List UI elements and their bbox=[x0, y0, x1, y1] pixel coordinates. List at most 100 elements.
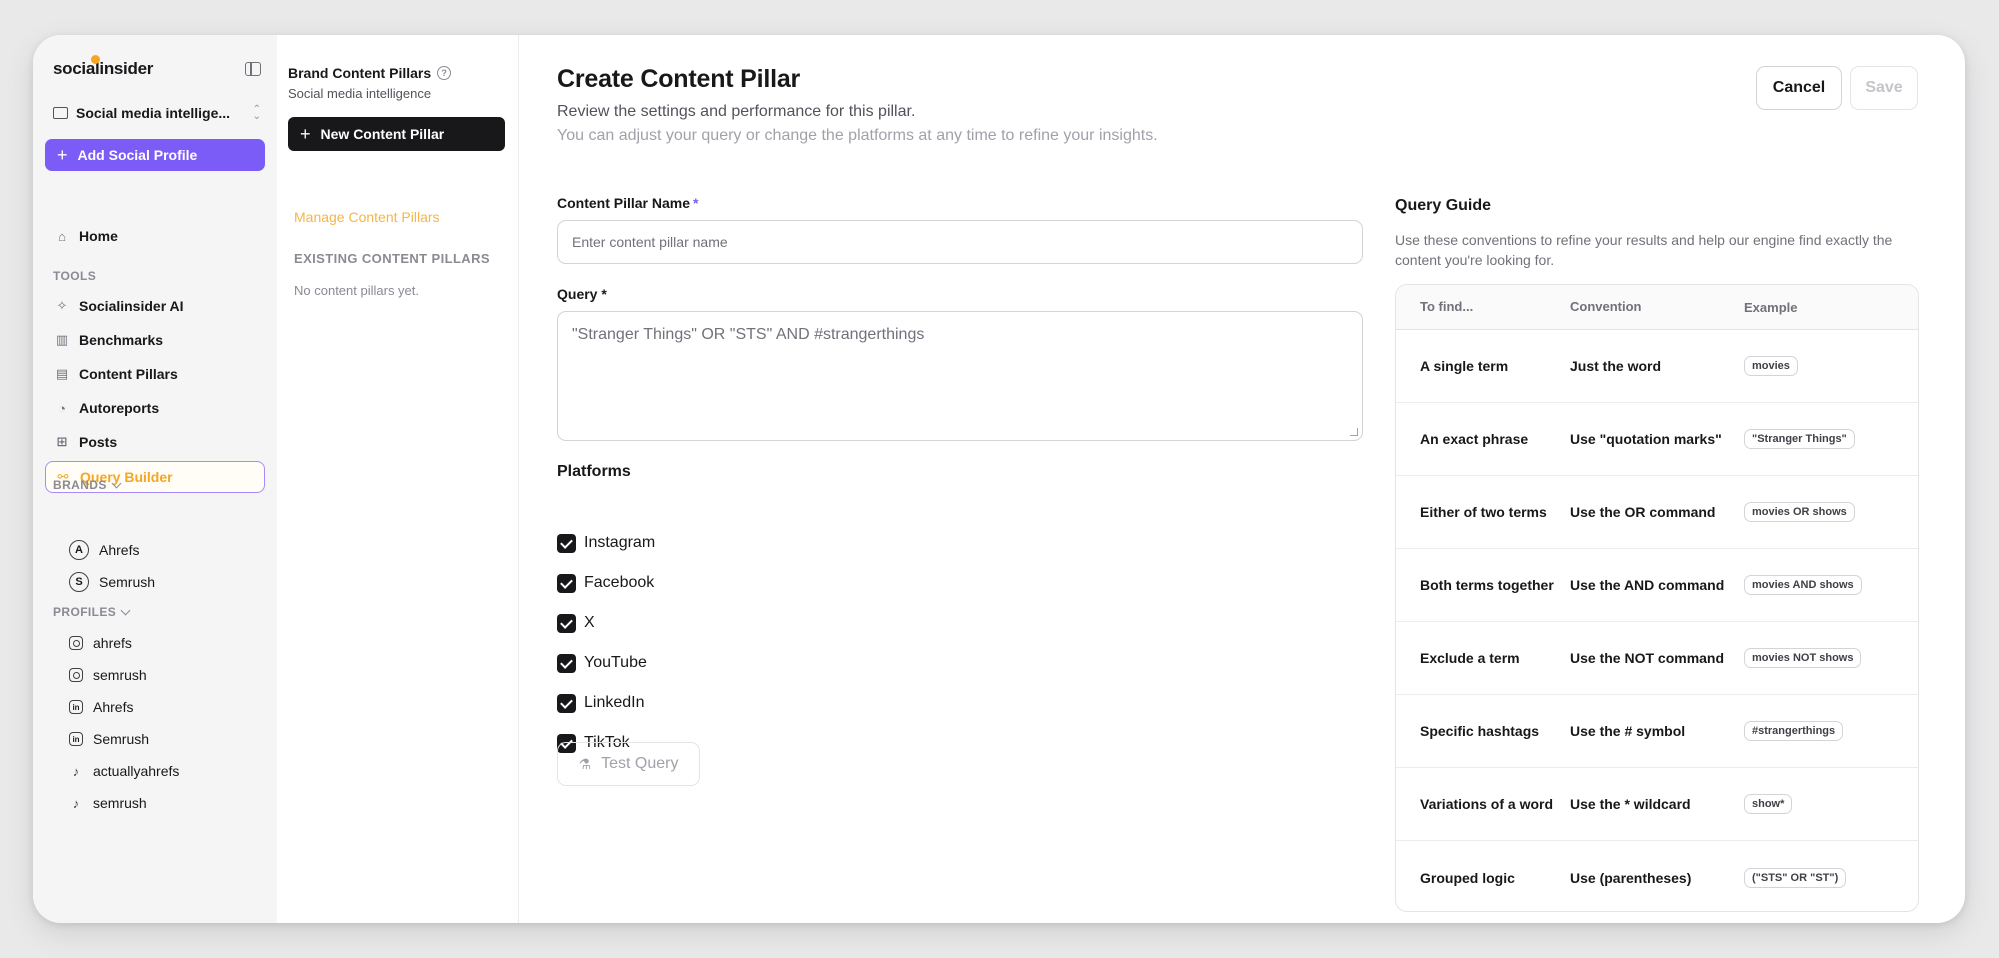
example-chip: movies bbox=[1744, 356, 1798, 376]
cell-convention: Use the OR command bbox=[1570, 504, 1716, 520]
profile-name: semrush bbox=[93, 795, 147, 811]
brands-section-toggle[interactable]: BRANDS bbox=[53, 478, 122, 492]
autoreports-icon: ◔ bbox=[58, 400, 66, 416]
page-title: Create Content Pillar bbox=[557, 65, 801, 93]
logo-dot bbox=[91, 55, 100, 64]
profiles-label: PROFILES bbox=[53, 605, 117, 619]
required-mark: * bbox=[693, 195, 699, 211]
logo-row: socialinsider bbox=[53, 55, 261, 81]
profile-name: semrush bbox=[93, 667, 147, 683]
workspace-selector[interactable]: Social media intellige... ⌃ ⌄ bbox=[53, 99, 261, 127]
new-content-pillar-button[interactable]: + New Content Pillar bbox=[288, 117, 505, 151]
platform-checkbox-youtube[interactable]: YouTube bbox=[557, 652, 647, 674]
flask-icon: ⚗ bbox=[578, 755, 592, 772]
profile-item-linkedin-ahrefs[interactable]: in Ahrefs bbox=[69, 695, 133, 719]
checkbox-checked-icon[interactable] bbox=[557, 653, 576, 673]
page-hint: You can adjust your query or change the … bbox=[557, 127, 1158, 144]
pillars-panel-subtitle: Social media intelligence bbox=[288, 86, 432, 101]
query-value: "Stranger Things" OR "STS" AND #stranger… bbox=[572, 326, 925, 343]
main-content: Create Content Pillar Review the setting… bbox=[519, 35, 1965, 923]
sidebar-item-autoreports[interactable]: ◔ Autoreports bbox=[45, 392, 265, 424]
existing-pillars-label: EXISTING CONTENT PILLARS bbox=[294, 251, 490, 266]
folder-icon bbox=[53, 107, 68, 119]
cell-find: Exclude a term bbox=[1420, 650, 1520, 666]
brand-item-ahrefs[interactable]: A Ahrefs bbox=[69, 537, 139, 563]
checkbox-checked-icon[interactable] bbox=[557, 533, 576, 553]
profiles-section-toggle[interactable]: PROFILES bbox=[53, 605, 131, 619]
test-query-button[interactable]: ⚗ Test Query bbox=[557, 742, 700, 786]
empty-pillars-text: No content pillars yet. bbox=[294, 283, 420, 298]
checkbox-checked-icon[interactable] bbox=[557, 693, 576, 713]
table-row: Exclude a term Use the NOT command movie… bbox=[1396, 622, 1918, 695]
platforms-title: Platforms bbox=[557, 463, 631, 480]
linkedin-icon: in bbox=[69, 700, 83, 714]
manage-content-pillars-link[interactable]: Manage Content Pillars bbox=[294, 209, 440, 225]
cell-convention: Use the # symbol bbox=[1570, 723, 1686, 739]
tiktok-icon: ♪ bbox=[72, 795, 80, 811]
profile-item-tiktok-actuallyahrefs[interactable]: ♪ actuallyahrefs bbox=[69, 759, 180, 783]
pillars-icon: ▤ bbox=[55, 366, 69, 381]
column-header-example: Example bbox=[1744, 299, 1798, 315]
cancel-button[interactable]: Cancel bbox=[1756, 66, 1842, 110]
brand-item-semrush[interactable]: S Semrush bbox=[69, 569, 155, 595]
profile-item-tiktok-semrush[interactable]: ♪ semrush bbox=[69, 791, 147, 815]
brands-label: BRANDS bbox=[53, 478, 107, 492]
profile-name: Semrush bbox=[93, 731, 150, 747]
chevron-down-icon bbox=[111, 478, 122, 488]
table-row: Variations of a word Use the * wildcard … bbox=[1396, 768, 1918, 841]
bar-chart-icon: ▥ bbox=[55, 332, 69, 347]
profile-name: Ahrefs bbox=[93, 699, 134, 715]
checkbox-checked-icon[interactable] bbox=[557, 573, 576, 593]
help-icon[interactable]: ? bbox=[437, 66, 452, 80]
cell-find: Variations of a word bbox=[1420, 796, 1554, 812]
profile-item-instagram-ahrefs[interactable]: ahrefs bbox=[69, 631, 132, 655]
platform-checkbox-instagram[interactable]: Instagram bbox=[557, 532, 655, 554]
save-button[interactable]: Save bbox=[1850, 66, 1918, 110]
checkbox-checked-icon[interactable] bbox=[557, 613, 576, 633]
query-guide-table: To find... Convention Example A single t… bbox=[1395, 284, 1919, 912]
resize-handle-icon[interactable] bbox=[1350, 428, 1358, 436]
add-social-profile-button[interactable]: + Add Social Profile bbox=[45, 139, 265, 171]
example-chip: show* bbox=[1744, 794, 1793, 814]
pillars-panel-title: Brand Content Pillars ? bbox=[288, 65, 452, 81]
platform-checkbox-linkedin[interactable]: LinkedIn bbox=[557, 692, 645, 714]
sidebar: socialinsider Social media intellige... … bbox=[33, 35, 277, 923]
cell-convention: Use "quotation marks" bbox=[1570, 431, 1722, 447]
table-header: To find... Convention Example bbox=[1396, 285, 1918, 330]
brand-avatar: S bbox=[69, 572, 89, 592]
sidebar-item-label: Home bbox=[79, 228, 118, 244]
test-query-label: Test Query bbox=[601, 755, 679, 772]
table-row: Specific hashtags Use the # symbol #stra… bbox=[1396, 695, 1918, 768]
sidebar-item-content-pillars[interactable]: ▤ Content Pillars bbox=[45, 358, 265, 390]
sidebar-item-posts[interactable]: ⊞ Posts bbox=[45, 426, 265, 458]
workspace-label: Social media intellige... bbox=[76, 105, 231, 121]
instagram-icon bbox=[69, 668, 83, 682]
sidebar-item-label: Benchmarks bbox=[79, 332, 164, 348]
platform-checkbox-facebook[interactable]: Facebook bbox=[557, 572, 654, 594]
query-textarea[interactable]: "Stranger Things" OR "STS" AND #stranger… bbox=[557, 311, 1363, 441]
chevron-down-icon bbox=[120, 605, 131, 615]
pillar-name-label: Content Pillar Name * bbox=[557, 195, 698, 211]
grid-icon: ⊞ bbox=[56, 434, 68, 449]
profile-item-instagram-semrush[interactable]: semrush bbox=[69, 663, 147, 687]
linkedin-icon: in bbox=[69, 732, 83, 746]
platform-label: LinkedIn bbox=[584, 694, 645, 711]
toggle-sidebar-icon[interactable] bbox=[245, 62, 261, 76]
profile-item-linkedin-semrush[interactable]: in Semrush bbox=[69, 727, 149, 751]
example-chip: movies OR shows bbox=[1744, 502, 1855, 522]
cell-convention: Use the AND command bbox=[1570, 577, 1725, 593]
table-row: Grouped logic Use (parentheses) ("STS" O… bbox=[1396, 841, 1918, 911]
example-chip: "Stranger Things" bbox=[1744, 429, 1855, 449]
pillar-name-input[interactable] bbox=[557, 220, 1363, 264]
logo[interactable]: socialinsider bbox=[53, 55, 153, 79]
query-guide-title: Query Guide bbox=[1395, 197, 1492, 214]
platform-checkbox-x[interactable]: X bbox=[557, 612, 595, 634]
sidebar-item-benchmarks[interactable]: ▥ Benchmarks bbox=[45, 324, 265, 356]
sidebar-item-socialinsider-ai[interactable]: ✧ Socialinsider AI bbox=[45, 290, 265, 322]
platform-label: Facebook bbox=[584, 574, 655, 591]
cell-convention: Use the NOT command bbox=[1570, 650, 1725, 666]
sidebar-item-home[interactable]: ⌂ Home bbox=[45, 220, 265, 252]
app-window: socialinsider Social media intellige... … bbox=[33, 35, 1965, 923]
plus-icon: + bbox=[57, 145, 68, 165]
profile-name: actuallyahrefs bbox=[93, 763, 180, 779]
